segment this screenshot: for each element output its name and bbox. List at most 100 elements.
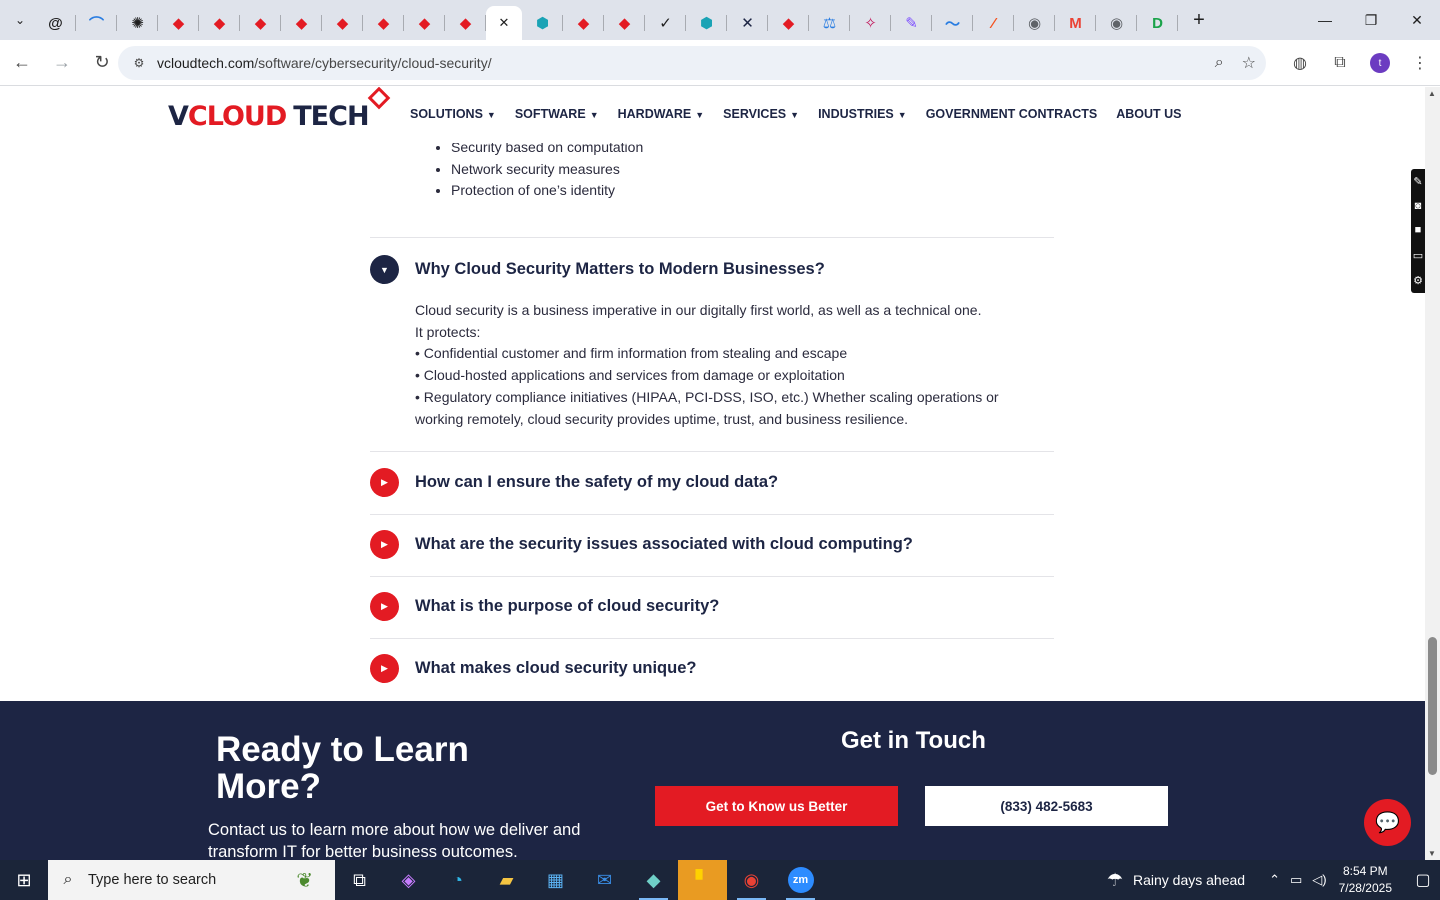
nav-item-hardware[interactable]: HARDWARE ▼ <box>618 107 705 121</box>
browser-tab[interactable]: ⬢ <box>522 6 563 40</box>
zoom-icon[interactable]: ⌕ <box>1215 54 1224 72</box>
browser-tab[interactable]: ⁄ <box>973 6 1014 40</box>
browser-tab[interactable]: ✎ <box>891 6 932 40</box>
browser-tab[interactable]: ◆ <box>158 6 199 40</box>
video-icon[interactable]: ■ <box>1415 224 1422 236</box>
faq-item[interactable]: ▶ What makes cloud security unique? <box>370 654 1054 683</box>
faq-item-open[interactable]: ▼ Why Cloud Security Matters to Modern B… <box>370 255 1054 284</box>
faq-item[interactable]: ▶ How can I ensure the safety of my clou… <box>370 468 1054 497</box>
caret-down-icon: ▼ <box>486 110 496 120</box>
task-view-icon[interactable]: ⧉ <box>335 860 384 900</box>
notifications-icon[interactable]: ▢ <box>1406 870 1440 890</box>
close-window-button[interactable]: ✕ <box>1394 0 1440 40</box>
browser-tab[interactable]: ◆ <box>322 6 363 40</box>
faq-answer-line: Cloud security is a business imperative … <box>415 302 982 318</box>
taskbar-search-box[interactable]: ⌕ Type here to search ❦ <box>48 860 335 900</box>
nav-item-solutions[interactable]: SOLUTIONS ▼ <box>410 107 496 121</box>
show-hidden-icons-chevron-icon[interactable]: ⌃ <box>1269 872 1280 888</box>
chrome-icon[interactable]: ◉ <box>727 860 776 900</box>
get-to-know-us-button[interactable]: Get to Know us Better <box>655 786 898 826</box>
clock-time: 8:54 PM <box>1342 864 1388 878</box>
active-tab-close-icon[interactable]: ✕ <box>499 15 510 31</box>
nav-item-services[interactable]: SERVICES ▼ <box>723 107 799 121</box>
window-icon[interactable]: ▭ <box>1413 249 1423 262</box>
nav-item-industries[interactable]: INDUSTRIES ▼ <box>818 107 907 121</box>
pin-icon[interactable]: ✎ <box>1413 175 1422 188</box>
browser-tab[interactable]: ⬢ <box>686 6 727 40</box>
windows-start-button[interactable]: ⊞ <box>0 860 48 900</box>
faq-question: How can I ensure the safety of my cloud … <box>415 473 779 491</box>
browser-tab[interactable]: M <box>1055 6 1096 40</box>
browser-tab[interactable]: @ <box>35 6 76 40</box>
scrollbar-thumb[interactable] <box>1428 637 1437 775</box>
faq-answer-line: It protects: <box>415 323 481 340</box>
taskbar-clock[interactable]: 8:54 PM 7/28/2025 <box>1339 863 1392 897</box>
network-icon[interactable]: ▭ <box>1290 872 1302 888</box>
zoom-icon[interactable]: zm <box>776 860 825 900</box>
browser-tab[interactable]: ◆ <box>404 6 445 40</box>
page-scrollbar[interactable]: ▲ ▼ <box>1425 87 1440 860</box>
vcloud-tech-logo[interactable]: VCLOUD TECH <box>168 101 370 132</box>
reload-button[interactable]: ↻ <box>84 45 120 81</box>
forward-button[interactable]: → <box>44 45 80 81</box>
file-explorer-icon[interactable]: ▰ <box>482 860 531 900</box>
main-navigation: SOLUTIONS ▼ SOFTWARE ▼ HARDWARE ▼ SERVICES ▼ IND… <box>410 107 1182 121</box>
tab-search-button[interactable]: ⌄ <box>5 5 35 35</box>
scroll-up-arrow-icon[interactable]: ▲ <box>1428 89 1436 98</box>
browser-tab-active[interactable]: ✕ <box>486 6 522 40</box>
vcloud-icon: ◆ <box>295 15 308 32</box>
browser-tab[interactable]: ◆ <box>768 6 809 40</box>
menu-kebab-icon[interactable]: ⋮ <box>1400 53 1440 73</box>
browser-tab[interactable]: ✧ <box>850 6 891 40</box>
site-info-icon[interactable]: ⚙ <box>126 56 152 70</box>
browser-tab[interactable]: ✺ <box>117 6 158 40</box>
copilot-icon[interactable]: ◈ <box>384 860 433 900</box>
profile-avatar[interactable]: t <box>1370 53 1390 73</box>
camera-icon[interactable]: ◙ <box>1415 200 1422 212</box>
store-icon[interactable]: ▦ <box>531 860 580 900</box>
edge-icon[interactable]: ◔ <box>433 860 482 900</box>
browser-tab[interactable]: ◉ <box>1096 6 1137 40</box>
browser-tab[interactable]: 〜 <box>932 6 973 40</box>
phone-button[interactable]: (833) 482-5683 <box>925 786 1168 826</box>
browser-tab[interactable]: ✕ <box>727 6 768 40</box>
address-bar[interactable]: ⚙ vcloudtech.com/software/cybersecurity/… <box>118 46 1266 80</box>
tab-list: @ ⌒ ✺ ◆ ◆ ◆ ◆ ◆ ◆ ◆ ◆ ✕ ⬢ ◆ ◆ ✓ ⬢ ✕ ◆ ⚖ ✧ ✎ 〜 ⁄ ◉ M ◉ D <box>35 0 1178 40</box>
settings-gear-icon[interactable]: ⚙ <box>1413 274 1423 287</box>
back-button[interactable]: ← <box>4 45 40 81</box>
browser-tab[interactable]: ◆ <box>240 6 281 40</box>
browser-tab[interactable]: ◆ <box>604 6 645 40</box>
minimize-button[interactable]: — <box>1302 0 1348 40</box>
extensions-icon[interactable]: ⧉ <box>1320 54 1360 72</box>
browser-tab[interactable]: D <box>1137 6 1178 40</box>
browser-tab[interactable]: ◉ <box>1014 6 1055 40</box>
chat-widget-button[interactable]: 💬 <box>1364 799 1411 846</box>
weather-widget[interactable]: ☂ Rainy days ahead <box>1107 870 1245 891</box>
faq-question: Why Cloud Security Matters to Modern Bus… <box>415 260 825 278</box>
mail-icon[interactable]: ✉ <box>580 860 629 900</box>
nav-item-government-contracts[interactable]: GOVERNMENT CONTRACTS <box>926 107 1098 121</box>
browser-tab[interactable]: ◆ <box>445 6 486 40</box>
nav-item-software[interactable]: SOFTWARE ▼ <box>515 107 599 121</box>
app-icon[interactable]: ◆ <box>629 860 678 900</box>
restore-button[interactable]: ❐ <box>1348 0 1394 40</box>
volume-icon[interactable]: ◁) <box>1312 872 1326 888</box>
browser-tab[interactable]: ◆ <box>563 6 604 40</box>
browser-tab[interactable]: ◆ <box>199 6 240 40</box>
bookmark-star-icon[interactable]: ☆ <box>1242 53 1256 73</box>
accordion-divider <box>370 451 1054 452</box>
browser-tab[interactable]: ⚖ <box>809 6 850 40</box>
nav-item-about-us[interactable]: ABOUT US <box>1116 107 1181 121</box>
browser-tab[interactable]: ◆ <box>281 6 322 40</box>
url-text[interactable]: vcloudtech.com/software/cybersecurity/cl… <box>157 55 492 71</box>
scroll-down-arrow-icon[interactable]: ▼ <box>1428 849 1436 858</box>
faq-item[interactable]: ▶ What are the security issues associate… <box>370 530 1054 559</box>
browser-tab[interactable]: ◆ <box>363 6 404 40</box>
browser-tab[interactable]: ⌒ <box>76 6 117 40</box>
accordion-divider <box>370 237 1054 238</box>
browser-tab[interactable]: ✓ <box>645 6 686 40</box>
new-tab-button[interactable]: + <box>1184 5 1214 35</box>
translate-icon[interactable]: ◍ <box>1280 53 1320 73</box>
sticky-notes-icon[interactable]: ▘ <box>678 860 727 900</box>
faq-item[interactable]: ▶ What is the purpose of cloud security? <box>370 592 1054 621</box>
